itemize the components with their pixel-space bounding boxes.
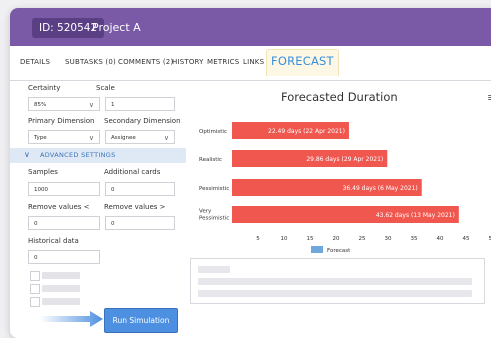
forecast-bar-chart: Optimistic 22.49 days (22 Apr 2021) Realis… xyxy=(186,80,491,258)
samples-input[interactable]: 1000 xyxy=(28,182,100,196)
additional-cards-label: Additional cards xyxy=(104,168,160,176)
x-tick-label: 10 xyxy=(281,236,288,242)
tab-subtasks[interactable]: SUBTASKS (0) xyxy=(65,58,116,66)
certainty-select[interactable]: 85% ∨ xyxy=(28,97,100,111)
tab-links[interactable]: LINKS xyxy=(243,58,264,66)
placeholder-text xyxy=(198,266,230,273)
tab-bar: DETAILS SUBTASKS (0) COMMENTS (2) HISTOR… xyxy=(10,46,491,81)
chevron-down-icon: ∨ xyxy=(89,98,94,112)
placeholder-text xyxy=(198,290,472,297)
bar-data-label: 43.62 days (13 May 2021) xyxy=(376,212,455,219)
bar-data-label: 29.86 days (29 Apr 2021) xyxy=(306,156,383,163)
x-tick-label: 25 xyxy=(359,236,366,242)
chevron-down-icon: ∨ xyxy=(24,150,30,159)
task-header: ID: 520542 Project A xyxy=(10,8,491,46)
tab-comments[interactable]: COMMENTS (2) xyxy=(118,58,173,66)
category-label: Pessimistic xyxy=(199,186,229,192)
samples-label: Samples xyxy=(28,168,58,176)
simulation-settings-panel: Certainty Scale 85% ∨ 1 Primary Dimensio… xyxy=(10,80,186,338)
remove-above-label: Remove values > xyxy=(104,203,166,211)
category-label: Optimistic xyxy=(199,129,227,135)
category-label: Realistic xyxy=(199,157,222,163)
tab-forecast[interactable]: FORECAST xyxy=(266,49,339,76)
forecast-chart-panel: Forecasted Duration ≡ Optimistic22.49 da… xyxy=(186,80,491,338)
x-tick-label: 5 xyxy=(256,236,260,242)
x-tick-label: 40 xyxy=(437,236,444,242)
historical-data-label: Historical data xyxy=(28,237,79,245)
remove-below-label: Remove values < xyxy=(28,203,90,211)
run-simulation-button[interactable]: Run Simulation xyxy=(104,308,178,333)
x-tick-label: 30 xyxy=(385,236,392,242)
x-tick-label: 15 xyxy=(307,236,314,242)
primary-dimension-select[interactable]: Type ∨ xyxy=(28,130,100,144)
x-tick-label: 20 xyxy=(333,236,340,242)
bar-data-label: 22.49 days (22 Apr 2021) xyxy=(268,128,345,135)
tab-details[interactable]: DETAILS xyxy=(20,58,50,66)
task-card: ID: 520542 Project A DETAILS SUBTASKS (0… xyxy=(10,8,491,338)
remove-below-input[interactable]: 0 xyxy=(28,216,100,230)
secondary-dimension-select[interactable]: Assignee ∨ xyxy=(105,130,175,144)
placeholder-checkbox[interactable] xyxy=(30,284,40,294)
historical-data-input[interactable]: 0 xyxy=(28,250,100,264)
legend-swatch xyxy=(311,246,323,253)
arrow-right-icon xyxy=(40,310,104,328)
tab-history[interactable]: HISTORY xyxy=(172,58,204,66)
advanced-settings-label: ADVANCED SETTINGS xyxy=(40,151,116,159)
advanced-settings-toggle[interactable]: ∨ ADVANCED SETTINGS xyxy=(10,148,186,163)
category-label: Pessimistic xyxy=(199,216,229,222)
certainty-label: Certainty xyxy=(28,84,60,92)
placeholder-text xyxy=(42,298,80,305)
secondary-dimension-value: Assignee xyxy=(111,135,136,141)
bar-data-label: 36.49 days (6 May 2021) xyxy=(343,185,418,192)
secondary-dimension-label: Secondary Dimension xyxy=(104,117,181,125)
scale-input[interactable]: 1 xyxy=(105,97,175,111)
chevron-down-icon: ∨ xyxy=(164,131,169,145)
tab-metrics[interactable]: METRICS xyxy=(207,58,239,66)
placeholder-checkbox[interactable] xyxy=(30,297,40,307)
category-label: Very xyxy=(199,209,212,215)
placeholder-text xyxy=(42,272,80,279)
primary-dimension-label: Primary Dimension xyxy=(28,117,94,125)
additional-cards-input[interactable]: 0 xyxy=(105,182,175,196)
x-tick-label: 45 xyxy=(463,236,470,242)
certainty-value: 85% xyxy=(34,102,46,108)
placeholder-checkbox[interactable] xyxy=(30,271,40,281)
details-panel xyxy=(190,258,485,304)
legend-label: Forecast xyxy=(327,248,351,254)
chevron-down-icon: ∨ xyxy=(89,131,94,145)
scale-label: Scale xyxy=(96,84,115,92)
project-name: Project A xyxy=(92,18,141,38)
x-tick-label: 35 xyxy=(411,236,418,242)
primary-dimension-value: Type xyxy=(34,135,47,141)
placeholder-text xyxy=(198,278,472,285)
placeholder-text xyxy=(42,285,80,292)
remove-above-input[interactable]: 0 xyxy=(105,216,175,230)
